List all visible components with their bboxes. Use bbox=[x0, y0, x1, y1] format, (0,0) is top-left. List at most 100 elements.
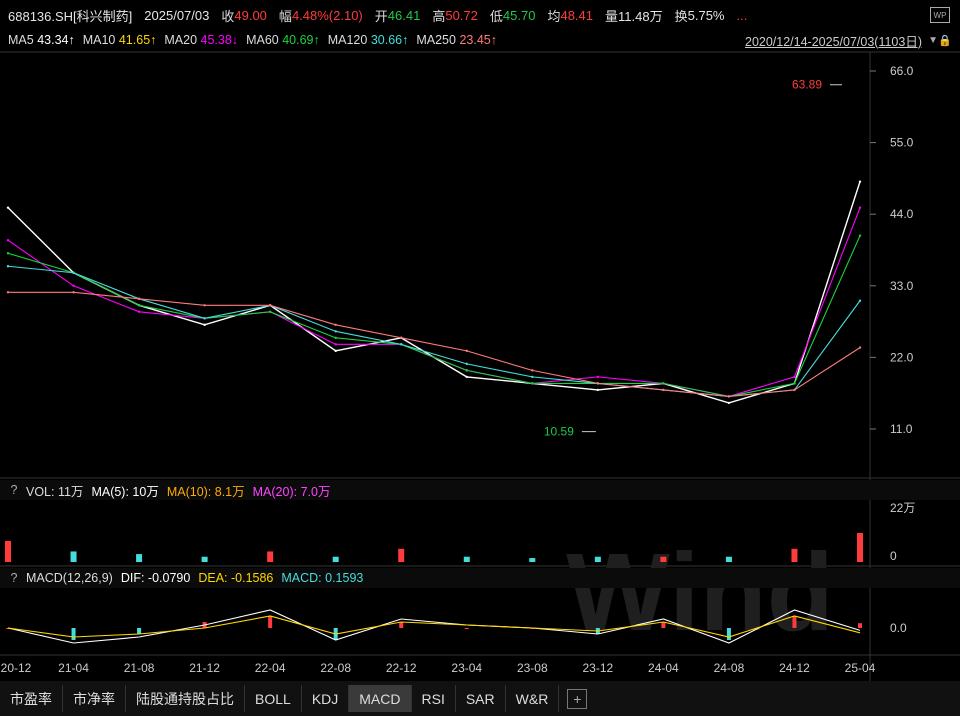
series-point bbox=[400, 336, 403, 340]
vol-ma20: MA(20): 7.0万 bbox=[252, 484, 331, 499]
series-point bbox=[334, 323, 337, 327]
series-point bbox=[334, 343, 337, 346]
series-point bbox=[531, 382, 534, 385]
series-point bbox=[465, 375, 468, 379]
series-point bbox=[268, 304, 272, 307]
series-point bbox=[858, 234, 862, 237]
series-point bbox=[662, 382, 665, 385]
macd-legend: ? MACD(12,26,9) DIF: -0.0790 DEA: -0.158… bbox=[0, 568, 960, 588]
series-point bbox=[334, 336, 337, 340]
series-point bbox=[334, 330, 337, 333]
macd-bar bbox=[71, 628, 76, 640]
x-tick-label: 21-04 bbox=[58, 661, 89, 675]
series-point bbox=[596, 388, 600, 392]
macd-bar bbox=[792, 616, 797, 628]
series-point bbox=[6, 265, 10, 268]
volume-bar bbox=[332, 556, 339, 562]
tab-kdj[interactable]: KDJ bbox=[302, 685, 350, 712]
vol-y-bottom: 0 bbox=[890, 549, 897, 563]
series-point bbox=[72, 284, 75, 287]
vol-y-top: 22万 bbox=[890, 501, 915, 515]
volume-bar bbox=[201, 556, 208, 562]
x-tick-label: 21-12 bbox=[189, 661, 220, 675]
series-point bbox=[531, 375, 534, 379]
series-point bbox=[268, 310, 272, 314]
vol-ma10: MA(10): 8.1万 bbox=[166, 484, 245, 499]
volume-bar bbox=[70, 551, 77, 562]
help-icon[interactable]: ? bbox=[6, 483, 22, 497]
low-annotation: 10.59 bbox=[544, 425, 574, 439]
series-point bbox=[400, 343, 403, 346]
series-point bbox=[793, 388, 796, 392]
tab-w&r[interactable]: W&R bbox=[506, 685, 560, 712]
volume-bar bbox=[857, 533, 863, 562]
series-point bbox=[6, 239, 10, 242]
x-tick-label: 20-12 bbox=[1, 661, 32, 675]
macd-bar bbox=[661, 622, 666, 628]
series-point bbox=[6, 291, 10, 294]
x-tick-label: 25-04 bbox=[845, 661, 876, 675]
series-point bbox=[662, 388, 665, 392]
series-point bbox=[6, 206, 10, 209]
volume-bar bbox=[463, 556, 470, 562]
macd-bar bbox=[399, 622, 404, 628]
volume-bar bbox=[660, 556, 667, 562]
macd-bar bbox=[137, 628, 142, 634]
volume-bar bbox=[5, 540, 11, 562]
series-point bbox=[72, 291, 75, 294]
tab-boll[interactable]: BOLL bbox=[245, 685, 302, 712]
add-tab-icon[interactable]: + bbox=[567, 689, 588, 709]
series-point bbox=[137, 310, 141, 314]
vol-ma5: MA(5): 10万 bbox=[91, 484, 159, 499]
x-tick-label: 22-08 bbox=[320, 661, 351, 675]
indicator-tab-bar: 市盈率 市净率 陆股通持股占比 BOLL KDJ MACD RSI SAR W&R + bbox=[0, 681, 960, 716]
tab-市净率[interactable]: 市净率 bbox=[63, 685, 126, 712]
tab-陆股通持股占比[interactable]: 陆股通持股占比 bbox=[126, 685, 245, 712]
series-point bbox=[465, 369, 468, 372]
help-icon[interactable]: ? bbox=[6, 571, 22, 585]
series-point bbox=[137, 304, 141, 307]
y-tick-label: 66.0 bbox=[890, 64, 914, 78]
volume-bar bbox=[725, 556, 732, 562]
y-tick-label: 33.0 bbox=[890, 279, 914, 293]
x-tick-label: 22-12 bbox=[386, 661, 417, 675]
tab-rsi[interactable]: RSI bbox=[412, 685, 456, 712]
series-point bbox=[727, 401, 731, 405]
series-point bbox=[727, 395, 731, 398]
volume-bar bbox=[398, 548, 405, 562]
volume-bar bbox=[267, 551, 274, 562]
series-point bbox=[6, 252, 10, 255]
series-line-ma20 bbox=[7, 207, 861, 397]
series-line-ma250 bbox=[8, 291, 861, 397]
series-point bbox=[465, 349, 468, 353]
macd-bar bbox=[268, 616, 273, 628]
x-tick-label: 22-04 bbox=[255, 661, 286, 675]
volume-bar bbox=[791, 548, 798, 562]
series-point bbox=[596, 375, 600, 379]
tab-macd[interactable]: MACD bbox=[349, 685, 412, 712]
series-point bbox=[203, 304, 206, 307]
series-point bbox=[72, 271, 75, 274]
macd-bar bbox=[858, 623, 862, 628]
y-tick-label: 11.0 bbox=[890, 422, 913, 436]
y-tick-label: 44.0 bbox=[890, 207, 914, 221]
x-tick-label: 23-08 bbox=[517, 661, 548, 675]
high-annotation: 63.89 bbox=[792, 78, 822, 92]
series-point bbox=[531, 369, 534, 372]
x-tick-label: 24-04 bbox=[648, 661, 679, 675]
y-tick-label: 22.0 bbox=[890, 350, 914, 364]
series-point bbox=[858, 299, 862, 302]
series-line-ma120 bbox=[7, 265, 861, 397]
tab-市盈率[interactable]: 市盈率 bbox=[0, 685, 63, 712]
series-point bbox=[858, 206, 862, 209]
macd-dea: DEA: -0.1586 bbox=[198, 571, 274, 585]
volume-legend: ? VOL: 11万 MA(5): 10万 MA(10): 8.1万 MA(20… bbox=[0, 480, 960, 500]
y-tick-label: 55.0 bbox=[890, 136, 914, 150]
series-point bbox=[793, 375, 796, 379]
series-point bbox=[793, 382, 796, 385]
x-tick-label: 23-04 bbox=[451, 661, 482, 675]
tab-sar[interactable]: SAR bbox=[456, 685, 506, 712]
series-point bbox=[596, 382, 600, 385]
volume-bar bbox=[594, 556, 601, 562]
x-tick-label: 24-12 bbox=[779, 661, 810, 675]
